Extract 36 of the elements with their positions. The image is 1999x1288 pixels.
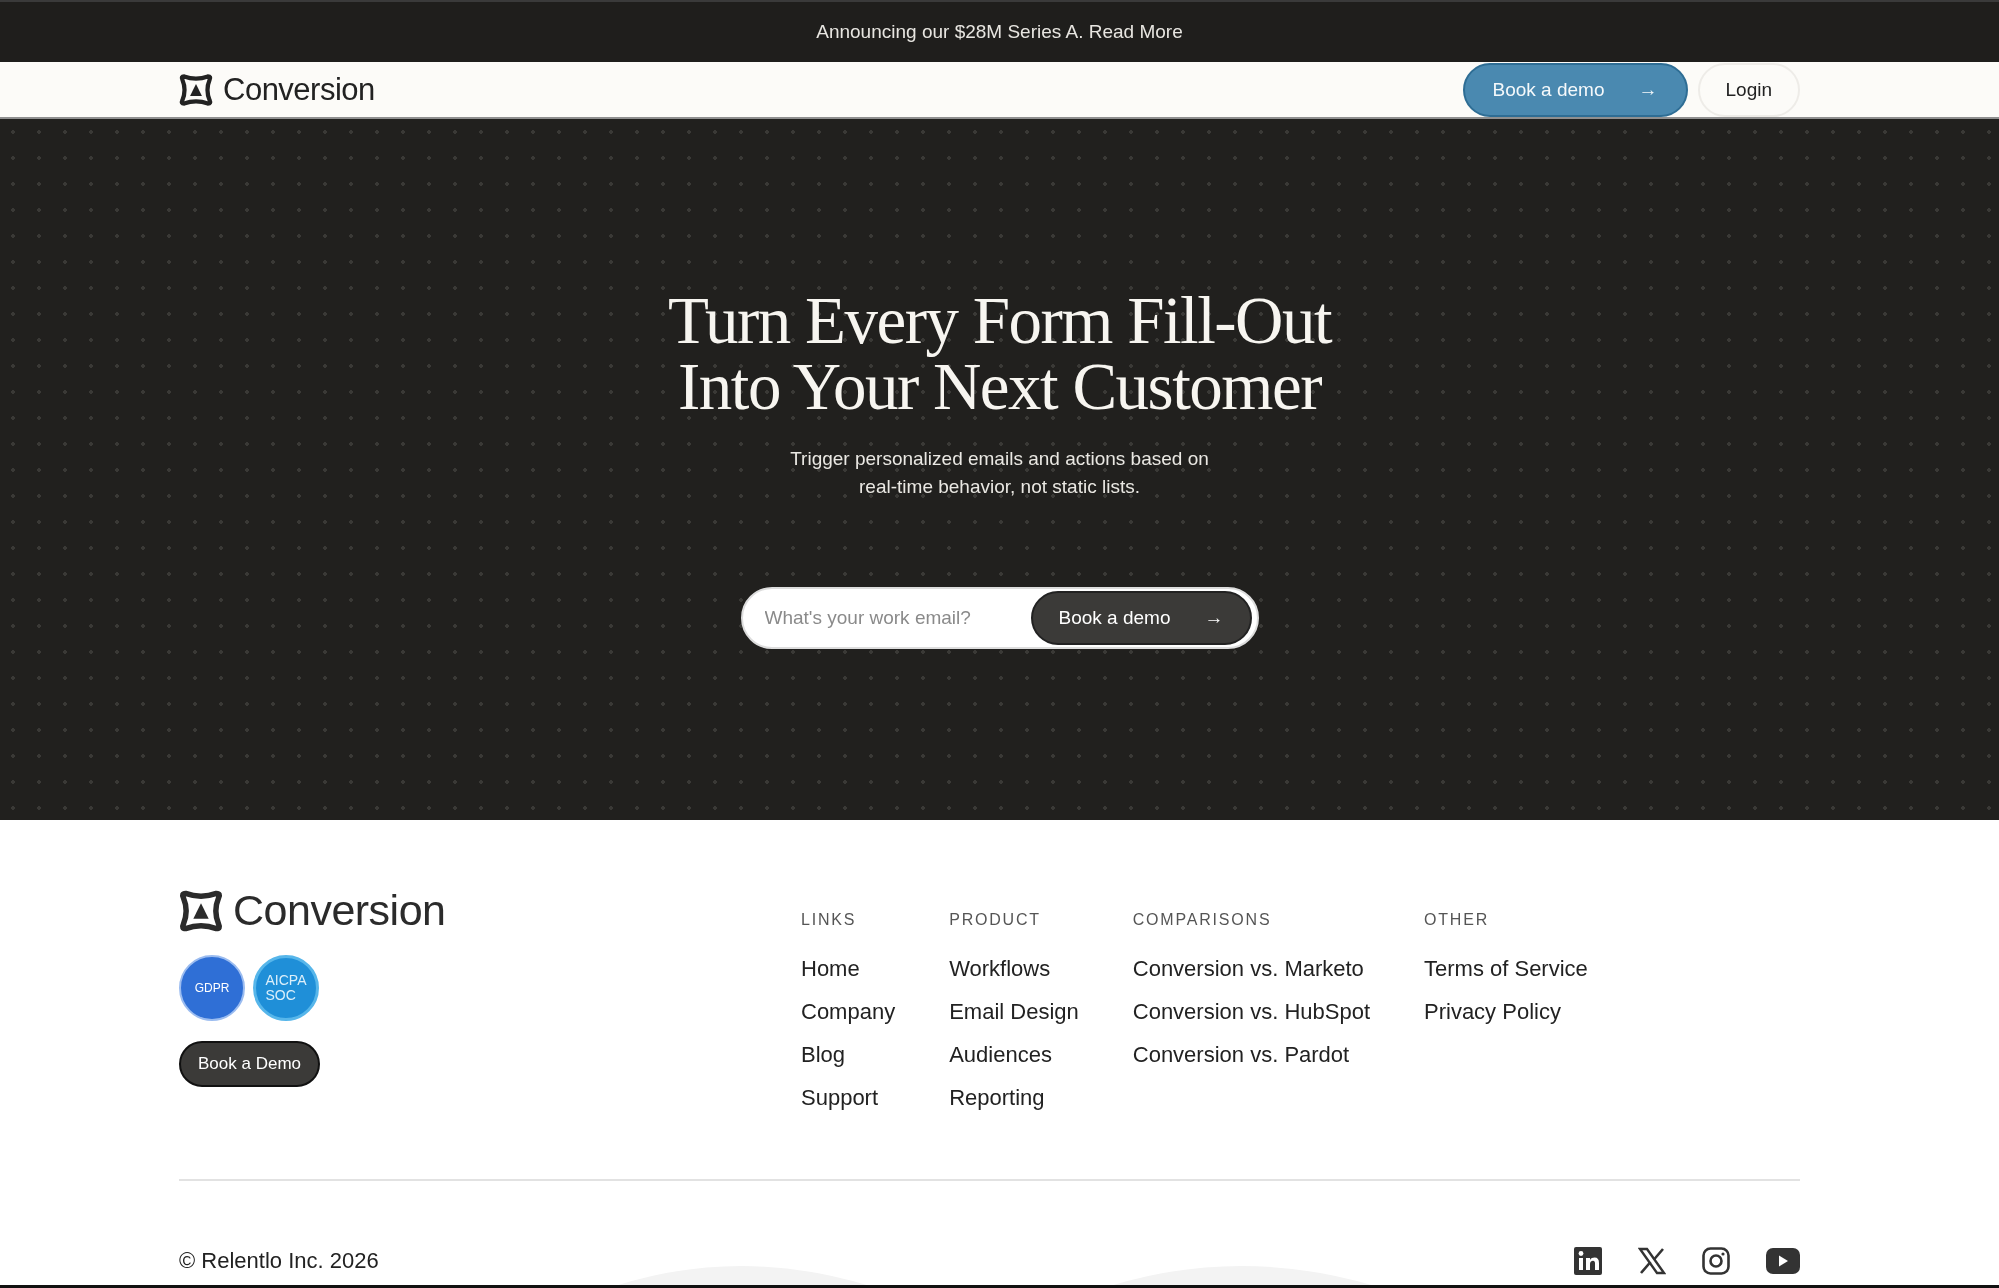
announcement-text[interactable]: Announcing our $28M Series A. Read More <box>816 21 1183 43</box>
column-heading: COMPARISONS <box>1132 911 1273 929</box>
footer-link[interactable]: Blog <box>801 1033 896 1076</box>
column-heading: LINKS <box>801 911 858 929</box>
footer-link[interactable]: Workflows <box>949 947 1079 990</box>
email-field[interactable]: What's your work email? Book a demo → <box>740 587 1259 649</box>
footer-link[interactable]: Reporting <box>949 1076 1079 1119</box>
copyright-text: © Relentlo Inc. 2026 <box>179 1248 379 1274</box>
soc-badge: AICPA SOC <box>253 955 319 1021</box>
logo-icon <box>179 888 223 933</box>
login-button[interactable]: Login <box>1697 62 1800 117</box>
footer-link[interactable]: Company <box>801 990 896 1033</box>
hero-subtitle: Trigger personalized emails and actions based on real-time behavior, not static lists. <box>790 447 1209 499</box>
footer-link[interactable]: Support <box>801 1076 896 1119</box>
footer-link[interactable]: Audiences <box>949 1033 1079 1076</box>
youtube-icon[interactable] <box>1766 1248 1800 1274</box>
x-icon[interactable] <box>1638 1247 1666 1275</box>
footer-link[interactable]: Conversion vs. HubSpot <box>1132 990 1370 1033</box>
linkedin-icon[interactable] <box>1574 1247 1602 1275</box>
instagram-icon[interactable] <box>1702 1247 1730 1275</box>
footer-link[interactable]: Email Design <box>949 990 1079 1033</box>
brand-name[interactable]: Conversion <box>223 71 375 108</box>
book-demo-button[interactable]: Book a Demo <box>179 1041 320 1087</box>
footer-link[interactable]: Terms of Service <box>1424 947 1588 990</box>
footer-link[interactable]: Privacy Policy <box>1424 990 1588 1033</box>
hero-title: Turn Every Form Fill-Out Into Your Next Customer <box>667 287 1332 419</box>
book-demo-button[interactable]: Book a demo → <box>1030 591 1252 645</box>
column-heading: OTHER <box>1424 911 1490 929</box>
column-heading: PRODUCT <box>949 911 1042 929</box>
book-demo-button[interactable]: Book a demo → <box>1462 62 1688 117</box>
gdpr-badge: GDPR <box>179 955 245 1021</box>
footer-link[interactable]: Home <box>801 947 896 990</box>
logo-icon <box>179 72 213 107</box>
brand-name[interactable]: Conversion <box>233 886 446 935</box>
footer-link[interactable]: Conversion vs. Marketo <box>1132 947 1370 990</box>
footer-link[interactable]: Conversion vs. Pardot <box>1132 1033 1370 1076</box>
